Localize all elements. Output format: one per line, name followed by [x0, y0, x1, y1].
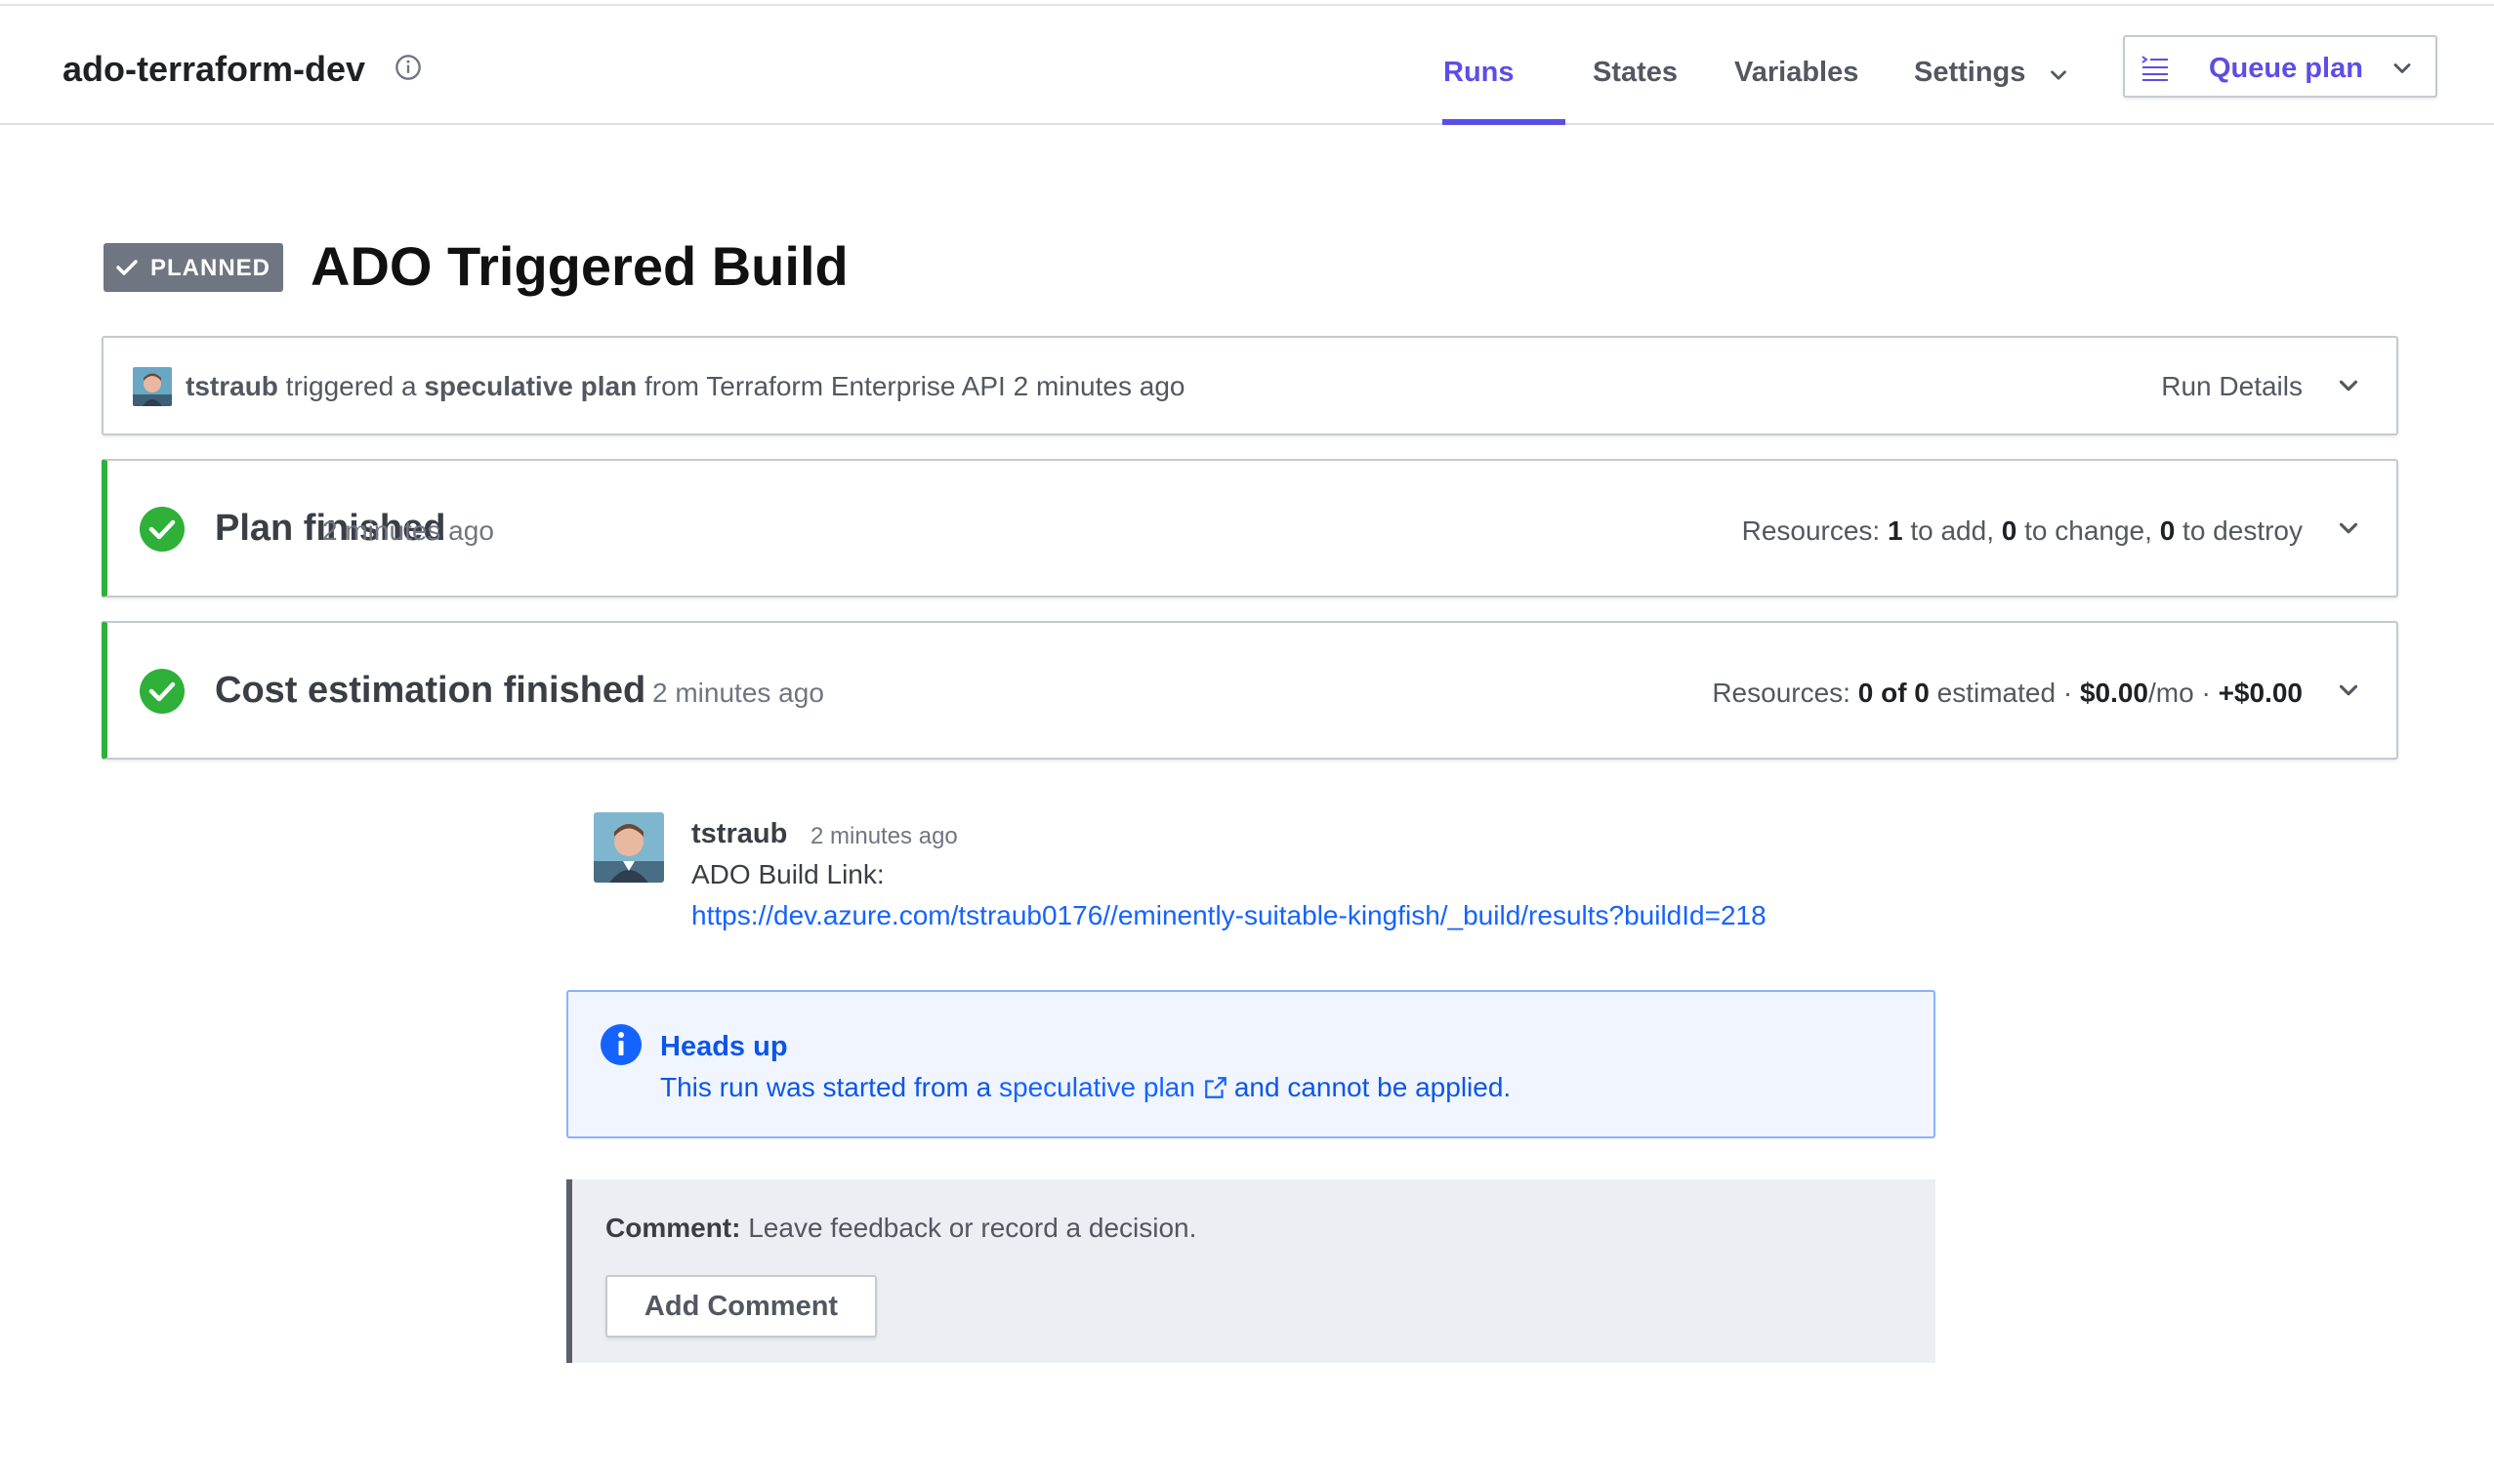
cost-step-time: 2 minutes ago — [652, 678, 824, 708]
alert-title: Heads up — [660, 1031, 788, 1062]
change-count: 0 — [2001, 515, 2017, 546]
avatar — [133, 367, 172, 406]
run-trigger-card[interactable]: tstraub triggered a speculative plan fro… — [102, 336, 2398, 435]
heads-up-alert: Heads up This run was started from a spe… — [566, 990, 1935, 1138]
page: ado-terraform-dev Runs States Variables … — [0, 0, 2494, 1484]
tab-variables[interactable]: Variables — [1734, 57, 1858, 89]
change-text: to change, — [2016, 515, 2160, 546]
destroy-count: 0 — [2159, 515, 2176, 546]
monthly-cost: $0.00 — [2079, 678, 2149, 708]
destroy-text: to destroy — [2175, 515, 2303, 546]
check-circle-icon — [140, 507, 185, 552]
comment-author[interactable]: tstraub — [691, 818, 787, 850]
queue-plan-label: Queue plan — [2209, 53, 2363, 84]
plan-step-card[interactable]: Plan finished 2 minutes ago Resources: 1… — [102, 459, 2398, 598]
comment-hint: Leave feedback or record a decision. — [740, 1213, 1197, 1243]
resources-label: Resources: — [1712, 678, 1858, 708]
chevron-down-icon[interactable] — [2046, 62, 2071, 88]
resources-label: Resources: — [1741, 515, 1888, 546]
workspace-header: ado-terraform-dev Runs States Variables … — [0, 6, 2494, 125]
cost-resources-summary: Resources: 0 of 0 estimated · $0.00/mo ·… — [1712, 678, 2303, 709]
chevron-down-icon[interactable] — [2334, 514, 2363, 543]
plan-resources-summary: Resources: 1 to add, 0 to change, 0 to d… — [1742, 515, 2303, 547]
tab-states[interactable]: States — [1593, 57, 1678, 89]
tab-settings[interactable]: Settings — [1914, 57, 2025, 89]
trigger-plan-type: speculative plan — [424, 371, 638, 401]
active-tab-indicator — [1442, 119, 1565, 125]
comment-build-link[interactable]: https://dev.azure.com/tstraub0176//emine… — [691, 900, 1767, 931]
comment-prompt: Comment: Leave feedback or record a deci… — [605, 1213, 1196, 1244]
add-count: 1 — [1888, 515, 1903, 546]
add-text: to add, — [1902, 515, 2002, 546]
chevron-down-icon[interactable] — [2334, 371, 2363, 400]
run-title: ADO Triggered Build — [311, 235, 849, 297]
cost-step-title: Cost estimation finished — [215, 670, 646, 711]
add-comment-button[interactable]: Add Comment — [605, 1275, 877, 1338]
run-details-toggle[interactable]: Run Details — [2161, 371, 2303, 402]
status-badge-label: PLANNED — [150, 255, 271, 281]
monthly-suffix: /mo · — [2148, 678, 2219, 708]
info-icon[interactable] — [395, 54, 422, 81]
queue-plan-button[interactable]: Queue plan — [2123, 35, 2437, 98]
alert-text-after: and cannot be applied. — [1233, 1072, 1512, 1102]
estimated-text: estimated · — [1929, 678, 2080, 708]
workspace-name[interactable]: ado-terraform-dev — [62, 49, 365, 90]
info-circle-icon — [601, 1024, 642, 1065]
comment-box: Comment: Leave feedback or record a deci… — [566, 1179, 1935, 1363]
queue-plan-icon — [2141, 56, 2168, 81]
status-badge: PLANNED — [104, 243, 283, 292]
estimated-count: 0 of 0 — [1857, 678, 1930, 708]
cost-estimation-card[interactable]: Cost estimation finished 2 minutes ago R… — [102, 621, 2398, 760]
trigger-user[interactable]: tstraub — [186, 371, 278, 401]
external-link-icon[interactable] — [1203, 1075, 1228, 1100]
trigger-description: tstraub triggered a speculative plan fro… — [186, 371, 1185, 402]
comment-time: 2 minutes ago — [811, 823, 958, 849]
chevron-down-icon — [2393, 63, 2411, 73]
trigger-source-text: from Terraform Enterprise API 2 minutes … — [637, 371, 1185, 401]
comment-label: Comment: — [605, 1213, 741, 1243]
check-icon — [116, 260, 138, 275]
alert-text-before: This run was started from a — [660, 1072, 1000, 1102]
speculative-plan-link[interactable]: speculative plan — [999, 1072, 1195, 1102]
comment-body: ADO Build Link: — [691, 859, 885, 889]
plan-step-time: 2 minutes ago — [322, 515, 494, 546]
cost-delta: +$0.00 — [2218, 678, 2303, 708]
check-circle-icon — [140, 669, 185, 714]
avatar — [594, 812, 664, 883]
tab-runs[interactable]: Runs — [1443, 57, 1515, 89]
chevron-down-icon[interactable] — [2334, 676, 2363, 705]
trigger-text: triggered a — [277, 371, 425, 401]
alert-text: This run was started from a speculative … — [660, 1072, 1511, 1103]
